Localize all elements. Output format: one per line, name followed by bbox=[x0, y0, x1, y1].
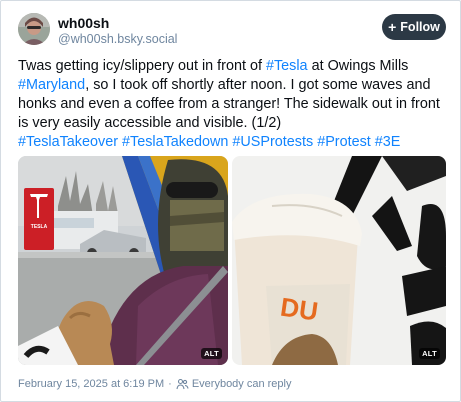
hashtag-link[interactable]: #TeslaTakeover bbox=[18, 134, 118, 150]
reply-setting[interactable]: Everybody can reply bbox=[192, 378, 292, 390]
alt-badge[interactable]: ALT bbox=[419, 348, 440, 359]
display-name[interactable]: wh00sh bbox=[58, 15, 109, 31]
follow-button[interactable]: + Follow bbox=[382, 14, 446, 40]
photo-protester-image: TESLA bbox=[18, 156, 228, 365]
follow-button-label: Follow bbox=[400, 20, 440, 34]
people-icon bbox=[176, 378, 189, 390]
footer-separator: · bbox=[168, 378, 172, 390]
hashtag-link[interactable]: #Maryland bbox=[18, 77, 85, 93]
alt-badge[interactable]: ALT bbox=[201, 348, 222, 359]
cup-logo-text: DU bbox=[279, 292, 320, 327]
hashtag-link[interactable]: #Tesla bbox=[266, 58, 308, 74]
plus-icon: + bbox=[388, 19, 397, 35]
hashtag-link[interactable]: #Protest bbox=[317, 134, 371, 150]
photo-coffee-image: DU bbox=[232, 156, 446, 365]
hashtag-link[interactable]: #3E bbox=[375, 134, 401, 150]
post-timestamp[interactable]: February 15, 2025 at 6:19 PM bbox=[18, 378, 164, 390]
post-text: Twas getting icy/slippery out in front o… bbox=[18, 57, 446, 152]
post-header: wh00sh @wh00sh.bsky.social + Follow bbox=[18, 13, 446, 47]
post-footer: February 15, 2025 at 6:19 PM · Everybody… bbox=[18, 377, 292, 391]
hashtag-link[interactable]: #USProtests bbox=[232, 134, 313, 150]
photo-protester-tesla[interactable]: TESLA ALT bbox=[18, 156, 228, 365]
avatar[interactable] bbox=[18, 13, 50, 45]
avatar-image bbox=[18, 13, 50, 45]
hashtag-link[interactable]: #TeslaTakedown bbox=[122, 134, 228, 150]
media-gallery: TESLA ALT DU ALT bbox=[18, 156, 446, 365]
tesla-sign-text: TESLA bbox=[31, 224, 48, 230]
post-text-segment: at Owings Mills bbox=[307, 58, 409, 74]
photo-coffee-cup[interactable]: DU ALT bbox=[232, 156, 446, 365]
post-card: wh00sh @wh00sh.bsky.social + Follow Twas… bbox=[0, 0, 461, 402]
post-text-segment: Twas getting icy/slippery out in front o… bbox=[18, 58, 266, 74]
author-handle[interactable]: @wh00sh.bsky.social bbox=[58, 32, 177, 46]
